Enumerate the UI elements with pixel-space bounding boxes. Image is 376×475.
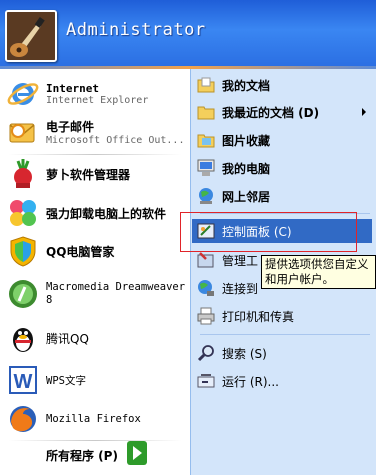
highlight-box	[180, 212, 357, 252]
search-icon	[196, 343, 216, 363]
place-label: 网上邻居	[222, 189, 271, 204]
program-qq[interactable]: 腾讯QQ	[0, 319, 190, 357]
tooltip-line-1: 提供选项供您自定义	[265, 257, 369, 271]
place-label: 管理工	[222, 253, 259, 268]
tooltip-line-2: 和用户帐户。	[265, 272, 334, 286]
penguin-icon	[6, 321, 40, 355]
place-my-computer[interactable]: 我的电脑	[196, 156, 372, 180]
place-label: 运行 (R)...	[222, 374, 279, 389]
submenu-arrow-icon	[362, 108, 366, 116]
program-label: Mozilla Firefox	[46, 413, 141, 425]
pinned-title: 电子邮件	[46, 120, 95, 134]
place-my-documents[interactable]: 我的文档	[196, 73, 372, 97]
pinned-subtitle: Internet Explorer	[46, 95, 149, 106]
pictures-folder-icon	[196, 130, 216, 150]
network-icon	[196, 186, 216, 206]
all-programs-button[interactable]: 所有程序 (P)	[0, 434, 190, 475]
place-label: 搜索 (S)	[222, 346, 267, 361]
program-radish[interactable]: 萝卜软件管理器	[0, 155, 190, 193]
place-label: 我最近的文档 (D)	[222, 105, 320, 120]
shield-icon	[6, 234, 40, 268]
program-label: WPS文字	[46, 374, 86, 387]
radish-icon	[6, 157, 40, 191]
computer-icon	[196, 158, 216, 178]
program-qq-manager[interactable]: QQ电脑管家	[0, 232, 190, 270]
wps-icon: W	[6, 363, 40, 397]
control-panel-tooltip: 提供选项供您自定义 和用户帐户。	[261, 255, 376, 289]
program-firefox[interactable]: Mozilla Firefox	[0, 400, 190, 438]
svg-text:W: W	[14, 371, 33, 393]
place-label: 图片收藏	[222, 133, 271, 148]
program-label: QQ电脑管家	[46, 244, 115, 259]
green-arrow-icon	[127, 441, 147, 468]
recent-folder-icon	[196, 102, 216, 122]
program-uninstaller[interactable]: 强力卸载电脑上的软件	[0, 193, 190, 233]
place-my-pictures[interactable]: 图片收藏	[196, 128, 372, 152]
place-run[interactable]: 运行 (R)...	[196, 369, 372, 393]
run-icon	[196, 371, 216, 391]
pinned-subtitle: Microsoft Office Out...	[46, 135, 185, 146]
firefox-icon	[6, 402, 40, 436]
place-label: 打印机和传真	[222, 309, 295, 324]
pinned-email[interactable]: 电子邮件 Microsoft Office Out...	[0, 112, 190, 152]
ie-icon	[6, 77, 40, 111]
place-network[interactable]: 网上邻居	[196, 184, 372, 208]
start-menu-header: Administrator	[0, 0, 376, 66]
printer-icon	[196, 306, 216, 326]
connect-icon	[196, 278, 216, 298]
user-avatar[interactable]	[5, 10, 57, 62]
place-label: 连接到	[222, 281, 259, 296]
documents-folder-icon	[196, 75, 216, 95]
program-label: Macromedia Dreamweaver 8	[46, 281, 186, 306]
program-label: 萝卜软件管理器	[46, 167, 131, 182]
program-dreamweaver[interactable]: Macromedia Dreamweaver 8	[0, 274, 190, 314]
pinned-title: Internet	[46, 82, 99, 95]
program-label: 腾讯QQ	[46, 331, 89, 346]
place-label: 我的文档	[222, 78, 271, 93]
place-printers[interactable]: 打印机和传真	[196, 304, 372, 328]
outlook-icon	[6, 115, 40, 149]
dreamweaver-icon	[6, 277, 40, 311]
place-recent-documents[interactable]: 我最近的文档 (D)	[196, 100, 372, 124]
username: Administrator	[66, 20, 206, 40]
program-label: 强力卸载电脑上的软件	[46, 206, 167, 221]
pinned-internet[interactable]: Internet Internet Explorer	[0, 74, 190, 114]
pinwheel-icon	[6, 196, 40, 230]
place-search[interactable]: 搜索 (S)	[196, 341, 372, 365]
all-programs-label: 所有程序 (P)	[46, 449, 118, 463]
place-label: 我的电脑	[222, 161, 271, 176]
separator	[200, 334, 370, 335]
program-wps[interactable]: W WPS文字	[0, 361, 190, 399]
admin-tools-icon	[196, 250, 216, 270]
